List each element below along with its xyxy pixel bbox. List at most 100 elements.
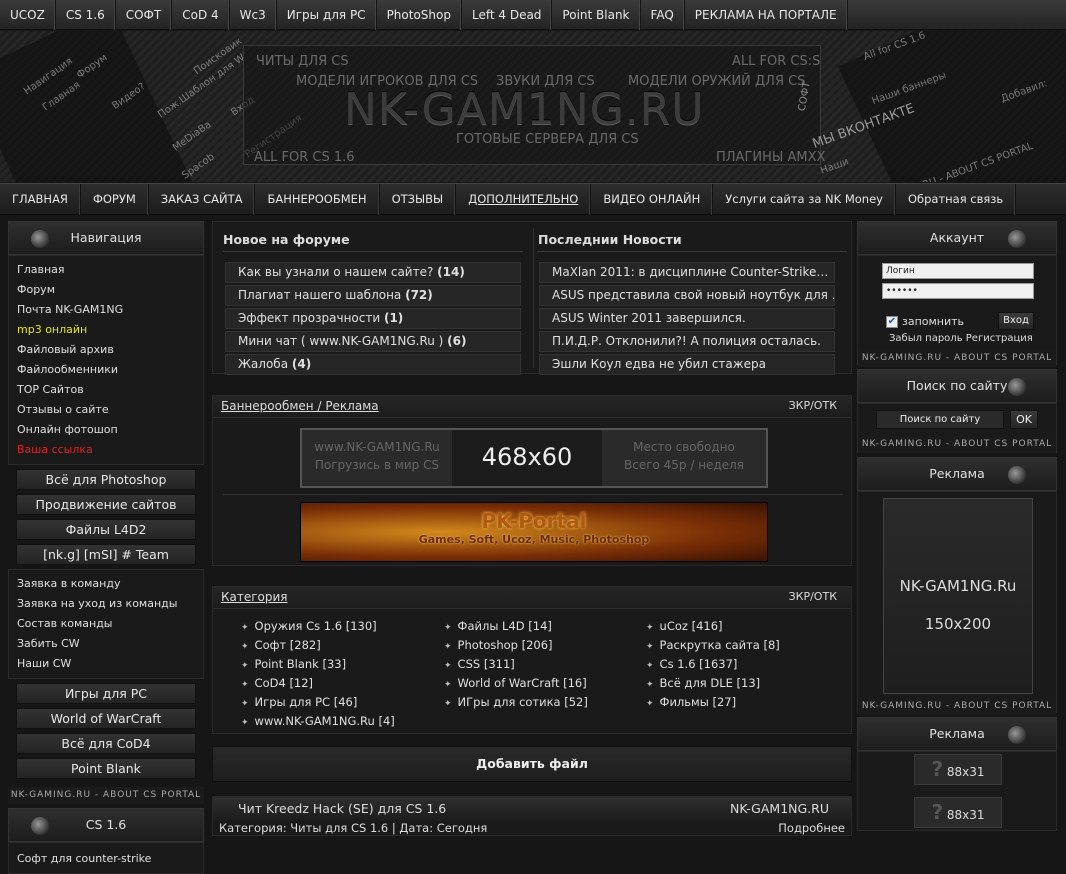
category-link[interactable]: ИГры для сотика [52] [444, 695, 588, 709]
ad-88-banner[interactable]: ? 88x31 [914, 797, 1002, 828]
category-link[interactable]: Файлы L4D [14] [444, 619, 552, 633]
top-nav-item[interactable]: FAQ [641, 0, 685, 30]
main-nav-item[interactable]: ЗАКАЗ САЙТА [149, 184, 256, 215]
banner-tagline: ГОТОВЫЕ СЕРВЕРА ДЛЯ CS [456, 132, 639, 147]
category-link[interactable]: Раскрутка сайта [8] [646, 638, 780, 652]
top-nav-item[interactable]: CS 1.6 [56, 0, 116, 30]
category-link[interactable]: Оружия Cs 1.6 [130] [241, 619, 377, 633]
news-item[interactable]: MaXlan 2011: в дисциплине Counter-Strike… [539, 262, 835, 283]
sidebar-link[interactable]: Отзывы о сайте [17, 400, 195, 420]
top-nav-item[interactable]: Игры для PC [277, 0, 377, 30]
sidebar-link[interactable]: Главная [17, 260, 195, 280]
forgot-register-links[interactable]: Забыл пароль Регистрация [889, 333, 1033, 344]
sidebar-link[interactable]: Онлайн фотошоп [17, 420, 195, 440]
main-nav-item[interactable]: Обратная связь [896, 184, 1017, 215]
sidebar-link[interactable]: Файловый архив [17, 340, 195, 360]
forum-topic-count: (1) [383, 311, 404, 325]
top-nav-item[interactable]: Left 4 Dead [462, 0, 553, 30]
team-link[interactable]: Забить CW [17, 634, 195, 654]
forum-topic[interactable]: Мини чат ( www.NK-GAM1NG.Ru ) (6) [225, 331, 521, 352]
forum-topic[interactable]: Эффект прозрачности (1) [225, 308, 521, 329]
sidebar-link[interactable]: Форум [17, 280, 195, 300]
top-nav-item[interactable]: UCOZ [0, 0, 56, 30]
sidebar-link[interactable]: TOP Сайтов [17, 380, 195, 400]
cs-block-header: CS 1.6 [8, 808, 204, 842]
sidebar-link[interactable]: Файлообменники [17, 360, 195, 380]
ad-88-banner[interactable]: ? 88x31 [914, 754, 1002, 785]
pk-sub: Games, Soft, Ucoz, Music, Photoshop [418, 533, 650, 546]
category-link[interactable]: www.NK-GAM1NG.Ru [4] [241, 714, 395, 728]
main-nav-item[interactable]: ОТЗЫВЫ [380, 184, 457, 215]
main-nav-item[interactable]: ФОРУМ [81, 184, 149, 215]
login-input[interactable]: Логин [882, 263, 1034, 279]
category-link[interactable]: Софт [282] [241, 638, 321, 652]
category-link[interactable]: Фильмы [27] [646, 695, 737, 709]
sidebar-link[interactable]: Ваша ссылка [17, 440, 195, 460]
category-link[interactable]: CoD4 [12] [241, 676, 314, 690]
top-nav-item[interactable]: РЕКЛАМА НА ПОРТАЛЕ [685, 0, 848, 30]
collapse-toggle[interactable]: ЗКР/ОТК [789, 587, 837, 607]
news-item[interactable]: ASUS представила свой новый ноутбук для … [539, 285, 835, 306]
forum-topic[interactable]: Как вы узнали о нашем сайте? (14) [225, 262, 521, 283]
cs-link[interactable]: Софт для counter-strike [17, 849, 195, 869]
top-nav-item[interactable]: Wc3 [230, 0, 277, 30]
nav-block-header: Навигация [8, 221, 204, 255]
team-link[interactable]: Состав команды [17, 614, 195, 634]
sidebar-button[interactable]: Продвижение сайтов [16, 494, 196, 515]
forum-topic[interactable]: Жалоба (4) [225, 354, 521, 375]
banner-exchange-title[interactable]: Баннерообмен / Реклама [221, 399, 379, 413]
sidebar-link[interactable]: Почта NK-GAM1NG [17, 300, 195, 320]
main-nav-item[interactable]: Услуги сайта за NK Money [713, 184, 896, 215]
pk-portal-banner[interactable]: PK-Portal Games, Soft, Ucoz, Music, Phot… [300, 502, 768, 562]
login-button[interactable]: Вход [998, 312, 1034, 330]
top-nav-item[interactable]: CoD 4 [172, 0, 230, 30]
top-nav-item[interactable]: PhotoShop [377, 0, 462, 30]
ad-150-banner[interactable]: NK-GAM1NG.Ru 150x200 [883, 498, 1033, 694]
category-link[interactable]: uCoz [416] [646, 619, 723, 633]
news-item[interactable]: П.И.Д.Р. Отклонили?! А полиция осталась. [539, 331, 835, 352]
sidebar-button[interactable]: Файлы L4D2 [16, 519, 196, 540]
category-link[interactable]: Всё для DLE [13] [646, 676, 761, 690]
category-title[interactable]: Категория [221, 590, 288, 604]
top-nav-item[interactable]: Point Blank [552, 0, 641, 30]
main-nav-item[interactable]: ГЛАВНАЯ [0, 184, 81, 215]
add-file-button[interactable]: Добавить файл [212, 746, 852, 782]
category-link[interactable]: Photoshop [206] [444, 638, 553, 652]
team-link[interactable]: Наши CW [17, 654, 195, 674]
category-link[interactable]: CSS [311] [444, 657, 515, 671]
ad-468-banner[interactable]: www.NK-GAM1NG.Ru Погрузись в мир CS 468x… [300, 428, 768, 488]
sidebar-button[interactable]: Всё для Photoshop [16, 469, 196, 490]
sidebar-button[interactable]: Всё для CoD4 [16, 733, 196, 754]
ad2-title: Реклама [929, 726, 985, 741]
main-nav-item[interactable]: ВИДЕО ОНЛАЙН [591, 184, 714, 215]
post-title[interactable]: Чит Kreedz Hack (SE) для CS 1.6 [238, 801, 446, 816]
category-link[interactable]: Игры для PC [46] [241, 695, 358, 709]
search-ok-button[interactable]: OK [1010, 410, 1038, 429]
site-logo[interactable]: NK-GAM1NG.RU [344, 84, 705, 135]
main-nav-item[interactable]: ДОПОЛНИТЕЛЬНО [456, 184, 592, 215]
sidebar-link[interactable]: mp3 онлайн [17, 320, 195, 340]
remember-checkbox[interactable]: ✔ [886, 316, 898, 328]
collapse-toggle[interactable]: ЗКР/ОТК [789, 396, 837, 416]
news-item[interactable]: Эшли Коул едва не убил стажера [539, 354, 835, 375]
category-link[interactable]: Point Blank [33] [241, 657, 347, 671]
sidebar-button[interactable]: Игры для PC [16, 683, 196, 704]
search-input[interactable]: Поиск по сайту [876, 410, 1004, 429]
team-link[interactable]: Заявка в команду [17, 574, 195, 594]
team-link[interactable]: Заявка на уход из команды [17, 594, 195, 614]
sidebar-button[interactable]: [nk.g] [mSI] # Team [16, 544, 196, 565]
category-link[interactable]: World of WarCraft [16] [444, 676, 587, 690]
sidebar-button[interactable]: Point Blank [16, 758, 196, 779]
main-nav: ГЛАВНАЯ ФОРУМ ЗАКАЗ САЙТА БАННЕРООБМЕН ОТЗЫВ… [0, 183, 1066, 215]
category-link[interactable]: Cs 1.6 [1637] [646, 657, 738, 671]
news-item[interactable]: ASUS Winter 2011 завершился. [539, 308, 835, 329]
password-input[interactable]: •••••• [882, 283, 1034, 299]
cs-logo-icon [1008, 466, 1026, 484]
nav-links: Главная Форум Почта NK-GAM1NG mp3 онлайн Фай… [8, 255, 204, 465]
main-content: Новое на форуме Последнии Новости Как вы… [212, 221, 852, 836]
read-more-link[interactable]: Подробнее [778, 821, 845, 835]
main-nav-item[interactable]: БАННЕРООБМЕН [255, 184, 380, 215]
top-nav-item[interactable]: СОФТ [116, 0, 173, 30]
forum-topic[interactable]: Плагиат нашего шаблона (72) [225, 285, 521, 306]
sidebar-button[interactable]: World of WarCraft [16, 708, 196, 729]
